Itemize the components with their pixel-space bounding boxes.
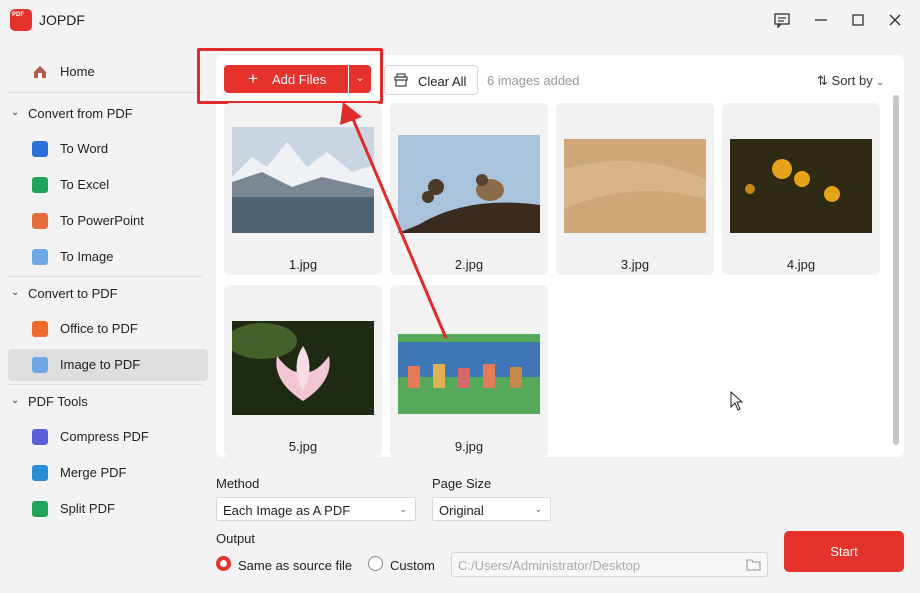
app-logo: PDF — [10, 9, 32, 31]
clear-all-button[interactable]: Clear All — [384, 65, 478, 95]
custom-label[interactable]: Custom — [390, 558, 435, 573]
sidebar-item-label: To Word — [60, 141, 109, 156]
file-card[interactable]: 9.jpg — [390, 285, 548, 457]
group-convert-to-pdf[interactable]: ⌄ Convert to PDF — [8, 282, 208, 306]
cartoon-scene-image — [398, 334, 540, 414]
group-label: PDF Tools — [28, 394, 88, 409]
file-card[interactable]: 5.jpg — [224, 285, 382, 457]
sidebar-item-to-word[interactable]: To Word — [8, 133, 208, 165]
sort-by-button[interactable]: ⇅ Sort by ⌄ — [817, 73, 884, 89]
sidebar-item-merge-pdf[interactable]: Merge PDF — [8, 457, 208, 489]
app-title: JOPDF — [39, 12, 85, 28]
folder-icon[interactable] — [746, 558, 761, 571]
minimize-icon[interactable] — [812, 11, 830, 29]
file-name: 2.jpg — [454, 257, 484, 272]
close-icon[interactable] — [886, 11, 904, 29]
sidebar-item-to-excel[interactable]: To Excel — [8, 169, 208, 201]
sand-texture-image — [564, 139, 706, 233]
compress-icon — [32, 429, 48, 445]
divider — [8, 276, 202, 277]
sort-by-label: Sort by — [831, 73, 873, 88]
sidebar-item-home[interactable]: Home — [8, 56, 208, 88]
snowy-mountain-lake-image — [232, 127, 374, 233]
sidebar-item-image-to-pdf[interactable]: Image to PDF — [8, 349, 208, 381]
method-value: Each Image as A PDF — [223, 503, 351, 518]
chevron-down-icon: ⌄ — [11, 287, 20, 298]
file-count: 6 images added — [487, 73, 580, 88]
output-label: Output — [216, 531, 256, 546]
sidebar-item-label: Split PDF — [60, 501, 115, 516]
same-as-source-radio[interactable] — [216, 556, 231, 571]
chevron-down-icon: ⌄ — [534, 504, 542, 514]
home-icon — [34, 66, 46, 78]
word-icon — [32, 141, 48, 157]
clear-icon — [394, 73, 408, 87]
sidebar-item-label: To PowerPoint — [60, 213, 144, 228]
title-bar: PDF JOPDF — [0, 0, 920, 40]
sidebar-item-label: Office to PDF — [60, 321, 138, 336]
feedback-icon[interactable] — [773, 11, 791, 29]
merge-icon — [32, 465, 48, 481]
sidebar-item-label: To Excel — [60, 177, 110, 192]
chevron-down-icon: ⌄ — [399, 504, 407, 514]
chevron-down-icon: ⌄ — [11, 395, 20, 406]
split-icon — [32, 501, 48, 517]
same-as-source-label[interactable]: Same as source file — [238, 558, 352, 573]
file-name: 4.jpg — [786, 257, 816, 272]
divider — [8, 384, 202, 385]
image-icon — [32, 249, 48, 265]
file-name: 9.jpg — [454, 439, 484, 454]
annotation-highlight-box — [197, 48, 383, 104]
sidebar-item-label: Merge PDF — [60, 465, 127, 480]
sidebar-item-label: Home — [60, 64, 95, 79]
sparrow-on-branch-image — [398, 135, 540, 233]
output-path-value: C:/Users/Administrator/Desktop — [458, 558, 641, 573]
file-card[interactable]: 3.jpg — [556, 103, 714, 275]
logo-text: PDF — [12, 12, 24, 18]
sidebar-item-to-image[interactable]: To Image — [8, 241, 208, 273]
method-select[interactable]: Each Image as A PDF ⌄ — [216, 497, 416, 521]
method-label: Method — [216, 476, 260, 491]
image-icon — [32, 357, 48, 373]
yellow-flowers-image — [730, 139, 872, 233]
sidebar-item-label: Compress PDF — [60, 429, 149, 444]
file-name: 1.jpg — [288, 257, 318, 272]
group-label: Convert to PDF — [28, 286, 118, 301]
file-card[interactable]: 1.jpg — [224, 103, 382, 275]
group-pdf-tools[interactable]: ⌄ PDF Tools — [8, 390, 208, 414]
mouse-cursor-icon — [730, 391, 744, 411]
scrollbar[interactable] — [893, 95, 899, 445]
sidebar-item-compress-pdf[interactable]: Compress PDF — [8, 421, 208, 453]
sidebar-item-split-pdf[interactable]: Split PDF — [8, 493, 208, 525]
maximize-icon[interactable] — [849, 11, 867, 29]
clear-all-label: Clear All — [418, 74, 467, 89]
sidebar-item-office-to-pdf[interactable]: Office to PDF — [8, 313, 208, 345]
sidebar-item-to-powerpoint[interactable]: To PowerPoint — [8, 205, 208, 237]
start-button[interactable]: Start — [784, 531, 904, 572]
excel-icon — [32, 177, 48, 193]
file-name: 3.jpg — [620, 257, 650, 272]
output-path-field[interactable]: C:/Users/Administrator/Desktop — [451, 552, 768, 577]
file-card[interactable]: 2.jpg — [390, 103, 548, 275]
chevron-down-icon: ⌄ — [11, 107, 20, 118]
lotus-flower-image — [232, 321, 374, 415]
sort-icon: ⇅ — [817, 73, 828, 88]
group-label: Convert from PDF — [28, 106, 133, 121]
page-size-select[interactable]: Original ⌄ — [432, 497, 551, 521]
sidebar-item-label: To Image — [60, 249, 114, 264]
page-size-label: Page Size — [432, 476, 492, 491]
custom-radio[interactable] — [368, 556, 383, 571]
sidebar-item-label: Image to PDF — [60, 357, 141, 372]
file-name: 5.jpg — [288, 439, 318, 454]
divider — [8, 92, 202, 93]
office-icon — [32, 321, 48, 337]
file-card[interactable]: 4.jpg — [722, 103, 880, 275]
chevron-down-icon: ⌄ — [876, 77, 884, 87]
page-size-value: Original — [439, 503, 484, 518]
powerpoint-icon — [32, 213, 48, 229]
group-convert-from-pdf[interactable]: ⌄ Convert from PDF — [8, 102, 208, 126]
